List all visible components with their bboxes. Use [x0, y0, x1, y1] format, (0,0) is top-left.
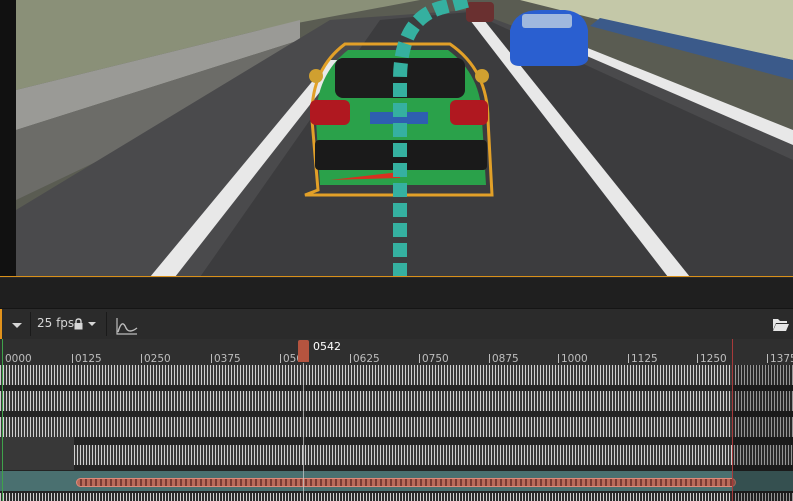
folder-open-icon[interactable]	[772, 317, 790, 332]
sequencer-toolbar: 25 fps	[0, 308, 793, 339]
toolbar-separator	[106, 312, 107, 336]
ruler-tick-label: 1250	[700, 353, 727, 365]
lock-icon[interactable]	[73, 318, 84, 330]
ruler-tick-label: 0000	[5, 353, 32, 365]
keyframe-track[interactable]	[0, 493, 793, 501]
viewport-bottom-bar	[0, 277, 793, 308]
viewport-scene	[0, 0, 793, 277]
active-indicator	[0, 309, 2, 339]
fps-label[interactable]: 25 fps	[37, 316, 74, 330]
ruler-tick-mark	[72, 354, 73, 363]
ruler-tick-label: 1125	[631, 353, 658, 365]
playback-end-marker[interactable]	[732, 339, 733, 501]
ruler-tick-mark	[350, 354, 351, 363]
playback-start-marker[interactable]	[2, 339, 3, 501]
level-viewport[interactable]	[0, 0, 793, 277]
ruler-tick-mark	[211, 354, 212, 363]
ruler-tick-label: 1000	[561, 353, 588, 365]
ruler-tick-label: 0625	[353, 353, 380, 365]
ruler-tick-label: 0750	[422, 353, 449, 365]
ruler-tick-mark	[697, 354, 698, 363]
ruler-tick-mark	[628, 354, 629, 363]
playhead-handle[interactable]	[298, 340, 309, 362]
ruler-tick-mark	[558, 354, 559, 363]
ruler-tick-mark	[280, 354, 281, 363]
keyframe-track[interactable]	[0, 365, 793, 385]
out-of-range-shade	[733, 365, 793, 501]
fps-dropdown-icon[interactable]	[86, 318, 98, 330]
time-ruler[interactable]: 0000 0125 0250 0375 0500 0625 0750 0875 1000 1125…	[0, 339, 793, 365]
ruler-tick-mark	[767, 354, 768, 363]
toolbar-separator	[30, 312, 31, 336]
ruler-tick-label: 0375	[214, 353, 241, 365]
ruler-tick-label: 1375	[770, 353, 793, 365]
playhead-frame-label: 0542	[313, 340, 341, 353]
ruler-tick-mark	[489, 354, 490, 363]
ruler-tick-label: 0125	[75, 353, 102, 365]
empty-track-region	[0, 437, 74, 470]
section-bar[interactable]	[76, 478, 736, 487]
ruler-tick-label: 0250	[144, 353, 171, 365]
keyframe-track[interactable]	[74, 445, 793, 465]
sequencer-timeline[interactable]: 0000 0125 0250 0375 0500 0625 0750 0875 1000 1125…	[0, 339, 793, 501]
playhead-line	[303, 363, 304, 501]
caret-down-icon[interactable]	[8, 318, 26, 332]
keyframe-track[interactable]	[0, 391, 793, 411]
ruler-tick-label: 0875	[492, 353, 519, 365]
ruler-tick-mark	[419, 354, 420, 363]
ruler-tick-mark	[141, 354, 142, 363]
keyframe-track[interactable]	[0, 417, 793, 437]
curve-editor-icon[interactable]	[115, 316, 139, 336]
